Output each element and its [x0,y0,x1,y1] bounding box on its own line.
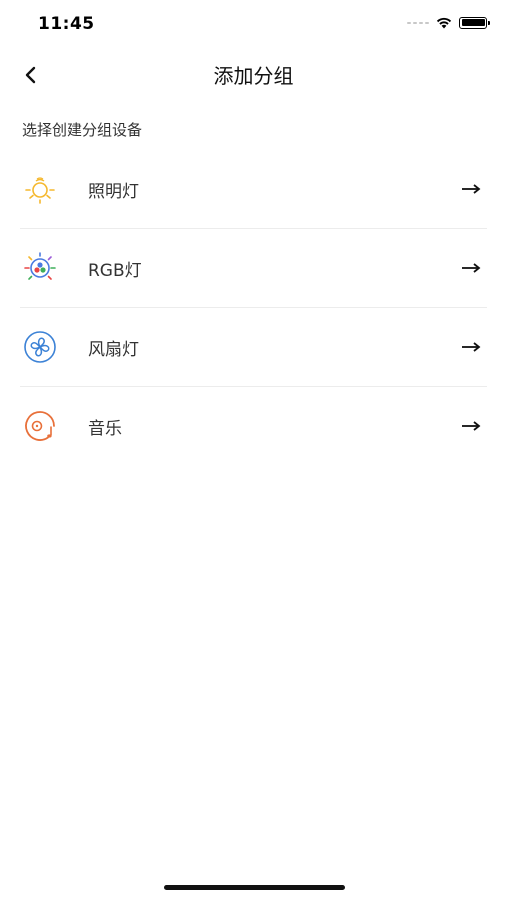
signal-icon [407,21,429,24]
device-row-lighting[interactable]: 照明灯 [20,150,487,229]
device-label: 照明灯 [88,181,139,202]
home-indicator[interactable] [164,885,345,890]
status-time: 11:45 [38,14,95,34]
lightbulb-icon [20,169,60,209]
device-label: RGB灯 [88,260,142,281]
arrow-right-icon [462,342,481,352]
navigation-bar: 添加分组 [0,50,507,98]
music-icon [20,406,60,446]
status-indicators [407,16,490,29]
battery-icon [459,16,490,29]
arrow-right-icon [462,184,481,194]
status-bar: 11:45 [0,0,507,50]
fan-icon [20,327,60,367]
device-row-rgb[interactable]: RGB灯 [20,229,487,308]
device-list: 照明灯 RGB灯 风扇灯 音乐 [20,150,487,465]
arrow-right-icon [462,263,481,273]
wifi-icon [436,17,452,29]
device-row-fan[interactable]: 风扇灯 [20,308,487,387]
page-title: 添加分组 [213,64,294,88]
device-row-music[interactable]: 音乐 [20,387,487,465]
arrow-right-icon [462,421,481,431]
rgb-light-icon [20,248,60,288]
section-label: 选择创建分组设备 [22,121,143,139]
device-label: 风扇灯 [88,339,139,360]
device-label: 音乐 [88,418,122,439]
